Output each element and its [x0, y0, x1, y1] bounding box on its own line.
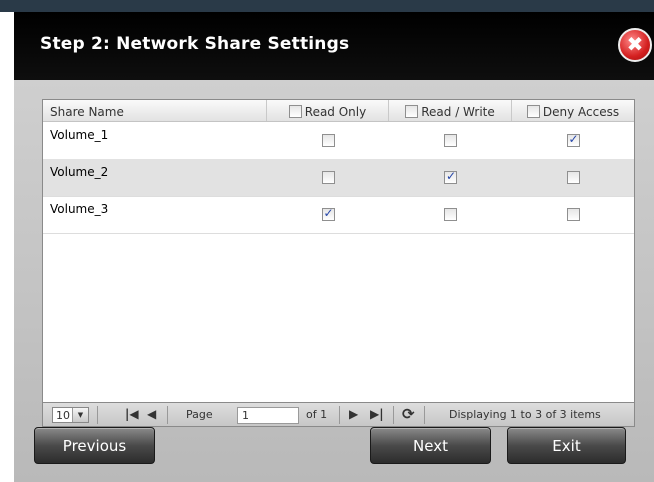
- pager-divider: [339, 406, 340, 424]
- read-only-checkbox[interactable]: [321, 171, 335, 184]
- dialog-title: Step 2: Network Share Settings: [40, 34, 350, 54]
- next-button[interactable]: Next: [370, 427, 491, 464]
- read-write-checkbox[interactable]: [444, 134, 457, 147]
- table-row[interactable]: Volume_1: [43, 122, 634, 160]
- chevron-down-icon[interactable]: ▼: [72, 408, 88, 422]
- share-name-cell: Volume_3: [50, 202, 109, 216]
- refresh-icon[interactable]: ⟳: [402, 405, 415, 423]
- table-header: Share Name Read Only Read / Write Deny A…: [43, 100, 634, 122]
- page-label: Page: [186, 408, 213, 421]
- table-row[interactable]: Volume_3: [43, 196, 634, 234]
- dialog-title-bar: Step 2: Network Share Settings ✖: [14, 12, 654, 80]
- close-icon[interactable]: ✖: [618, 28, 652, 62]
- page-number-input[interactable]: 1: [237, 407, 299, 424]
- network-share-dialog: Step 2: Network Share Settings ✖ Share N…: [14, 12, 654, 482]
- column-header-deny-access[interactable]: Deny Access: [512, 100, 634, 121]
- deny-access-checkbox[interactable]: [566, 208, 580, 221]
- background-strip: [0, 0, 654, 12]
- read-write-checkbox[interactable]: [444, 169, 457, 184]
- table-row[interactable]: Volume_2: [43, 159, 634, 197]
- read-only-checkbox[interactable]: [321, 206, 335, 221]
- read-only-all-checkbox[interactable]: [288, 105, 302, 118]
- dialog-body: Share Name Read Only Read / Write Deny A…: [14, 80, 654, 482]
- previous-button[interactable]: Previous: [34, 427, 155, 464]
- previous-page-icon[interactable]: ◀: [147, 407, 156, 421]
- deny-access-checkbox[interactable]: [566, 171, 580, 184]
- exit-button[interactable]: Exit: [507, 427, 626, 464]
- column-header-read-write[interactable]: Read / Write: [389, 100, 512, 121]
- read-write-all-checkbox[interactable]: [405, 105, 419, 118]
- pagination-bar: 10 ▼ |◀ ◀ Page 1 of 1 ▶ ▶| ⟳ Displaying …: [42, 402, 635, 427]
- pager-status: Displaying 1 to 3 of 3 items: [449, 408, 601, 421]
- deny-access-all-checkbox[interactable]: [526, 105, 540, 118]
- column-header-read-only[interactable]: Read Only: [267, 100, 389, 121]
- pager-divider: [97, 406, 98, 424]
- pager-divider: [167, 406, 168, 424]
- deny-access-checkbox[interactable]: [566, 132, 580, 147]
- read-only-checkbox[interactable]: [321, 134, 335, 147]
- pager-divider: [393, 406, 394, 424]
- share-name-cell: Volume_2: [50, 165, 109, 179]
- first-page-icon[interactable]: |◀: [125, 407, 139, 421]
- last-page-icon[interactable]: ▶|: [370, 407, 384, 421]
- page-count-label: of 1: [306, 408, 328, 421]
- next-page-icon[interactable]: ▶: [349, 407, 358, 421]
- page-size-select[interactable]: 10 ▼: [52, 407, 89, 423]
- pager-divider: [424, 406, 425, 424]
- column-header-share-name: Share Name: [43, 100, 267, 121]
- share-table: Share Name Read Only Read / Write Deny A…: [42, 99, 635, 421]
- read-write-checkbox[interactable]: [444, 208, 457, 221]
- share-name-cell: Volume_1: [50, 128, 109, 142]
